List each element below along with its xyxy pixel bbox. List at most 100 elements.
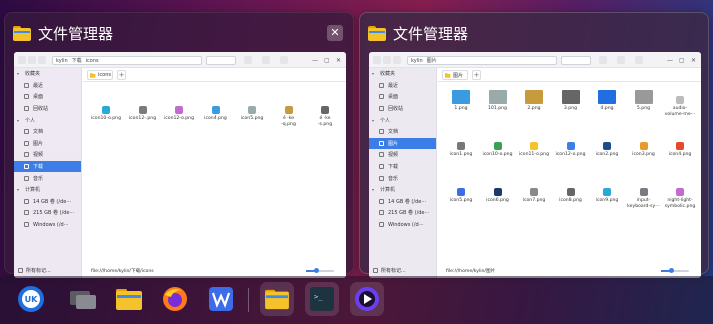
file-item: icon10-o.png xyxy=(481,136,515,158)
path-bar: kylin 下载 icons xyxy=(52,56,202,65)
sidebar-item-label: 215 GB 卷 (/de⋯ xyxy=(33,210,75,217)
sidebar-item-label: 回收站 xyxy=(33,106,49,113)
wps-writer-icon[interactable] xyxy=(204,282,238,316)
sidebar-item: 回收站 xyxy=(14,103,81,115)
file-name: 1.png xyxy=(454,106,468,111)
close-icon: ✕ xyxy=(691,57,697,64)
sidebar-item-label: 回收站 xyxy=(388,106,404,113)
sidebar-item-label: 音乐 xyxy=(33,175,44,182)
file-name: 101.png xyxy=(488,106,507,111)
file-name: 2.png xyxy=(527,106,541,111)
file-name: icon11-o.png xyxy=(518,152,550,157)
window-title: 文件管理器 xyxy=(38,24,114,43)
sort-icon xyxy=(262,56,270,64)
kylin-start-icon[interactable]: UK xyxy=(14,282,48,316)
search-input xyxy=(561,56,591,65)
new-tab-icon: + xyxy=(117,70,126,80)
zoom-slider xyxy=(661,268,689,273)
minimize-icon: — xyxy=(312,57,318,64)
window-title-bar: 文件管理器 xyxy=(13,21,113,45)
svg-text:>_: >_ xyxy=(314,293,323,301)
file-item: é ·ke -q.png xyxy=(272,100,306,127)
file-manager-running-icon[interactable] xyxy=(260,282,294,316)
content-area: 图片 + 1.png 101.png 2.png 3.png 4.png 5.png aud… xyxy=(438,68,701,278)
chevron-down-icon: ▾ xyxy=(372,117,375,123)
firefox-icon[interactable] xyxy=(158,282,192,316)
file-item: icon3.png xyxy=(627,136,661,158)
sidebar-item-icon xyxy=(379,175,384,181)
file-manager-icon[interactable] xyxy=(112,282,146,316)
file-name: icon2.png xyxy=(595,152,619,157)
search-input xyxy=(206,56,236,65)
sidebar-group: ▾ 个人 xyxy=(369,114,436,126)
chevron-down-icon: ▾ xyxy=(17,117,20,123)
file-thumbnail xyxy=(138,106,147,114)
file-item: input- keyboard-sy⋯ xyxy=(627,182,661,209)
multitask-view-icon[interactable] xyxy=(66,282,100,316)
sidebar-item: 14 GB 卷 (/de⋯ xyxy=(14,196,81,208)
chevron-down-icon: ▾ xyxy=(17,71,20,77)
file-thumbnail xyxy=(639,142,648,150)
chevron-down-icon: ▾ xyxy=(372,187,375,193)
file-name: night-light- symbolic.png xyxy=(664,198,696,209)
file-name: icon1.png xyxy=(449,152,473,157)
sidebar-item: Windows (/d⋯ xyxy=(369,219,436,231)
window-preview-2[interactable]: 文件管理器 kylin 图片 — ▢ ✕ ▾ 收藏夹 最近 桌面 回收站 ▾ 个人 文档 图片视… xyxy=(359,12,709,278)
file-thumbnail xyxy=(493,188,502,196)
forward-icon xyxy=(28,56,36,64)
zoom-slider xyxy=(306,268,334,273)
sidebar-item-icon xyxy=(379,222,384,228)
file-name: 4.png xyxy=(600,106,614,111)
sidebar-item-icon xyxy=(24,82,29,88)
sidebar-item-label: 最近 xyxy=(33,82,44,89)
content-area: icons + icon10-o.png icon12-.png icon12-o.… xyxy=(83,68,346,278)
file-manager-thumbnail: kylin 图片 — ▢ ✕ ▾ 收藏夹 最近 桌面 回收站 ▾ 个人 文档 图片 视频 下载 音乐 ▾… xyxy=(369,52,701,278)
window-preview-1[interactable]: 文件管理器 ✕ kylin 下载 icons — ▢ ✕ ▾ 收藏夹 最近 桌面 回收站… xyxy=(4,12,354,278)
file-thumbnail xyxy=(676,142,684,150)
menu-icon xyxy=(280,56,288,64)
file-item: icon5.png xyxy=(235,100,269,122)
close-preview-button[interactable]: ✕ xyxy=(327,25,343,41)
sidebar-group: ▾ 收藏夹 xyxy=(14,68,81,80)
file-thumbnail xyxy=(488,90,507,104)
file-thumbnail xyxy=(284,106,293,114)
sidebar-item-icon xyxy=(24,164,29,170)
sidebar-group: ▾ 计算机 xyxy=(14,184,81,196)
toolbar: kylin 图片 — ▢ ✕ xyxy=(369,52,701,68)
file-thumbnail xyxy=(676,96,684,104)
file-item: icon4.png xyxy=(199,100,233,122)
sidebar-item: 最近 xyxy=(369,80,436,92)
tab-label: 图片 xyxy=(453,72,464,79)
file-item: icon6.png xyxy=(481,182,515,204)
sidebar-item: 215 GB 卷 (/de⋯ xyxy=(14,207,81,219)
file-name: é ·ke -s.png xyxy=(317,116,333,127)
sidebar-item-icon xyxy=(24,94,29,100)
sidebar-item: 图片 xyxy=(369,137,436,150)
file-item: icon5.png xyxy=(444,182,478,204)
file-item: night-light- symbolic.png xyxy=(663,182,697,209)
file-thumbnail xyxy=(493,142,502,150)
sidebar-item: 最近 xyxy=(14,80,81,92)
sidebar-item-label: 个人 xyxy=(380,117,391,124)
sidebar-item-label: 文档 xyxy=(388,129,399,136)
file-name: icon8.png xyxy=(559,198,582,203)
file-thumbnail xyxy=(457,188,465,196)
sidebar-item: 视频 xyxy=(369,149,436,161)
chevron-down-icon: ▾ xyxy=(372,71,375,77)
minimize-icon: — xyxy=(667,57,673,64)
file-item: icon4.png xyxy=(663,136,697,158)
path-bar: kylin 图片 xyxy=(407,56,557,65)
file-item: icon11-o.png xyxy=(517,136,551,158)
file-manager-icon xyxy=(13,25,31,41)
file-name: icon5.png xyxy=(449,198,473,203)
toolbar: kylin 下载 icons — ▢ ✕ xyxy=(14,52,346,68)
path-user: kylin xyxy=(56,57,68,64)
tab-current: 图片 xyxy=(442,70,468,80)
svg-text:UK: UK xyxy=(25,295,38,304)
terminal-icon[interactable]: >_ xyxy=(305,282,339,316)
video-player-icon[interactable] xyxy=(350,282,384,316)
file-item: 1.png xyxy=(444,90,478,112)
sidebar-item-label: 视频 xyxy=(388,152,399,159)
file-thumbnail xyxy=(566,188,575,196)
file-name: icon4.png xyxy=(204,116,227,121)
